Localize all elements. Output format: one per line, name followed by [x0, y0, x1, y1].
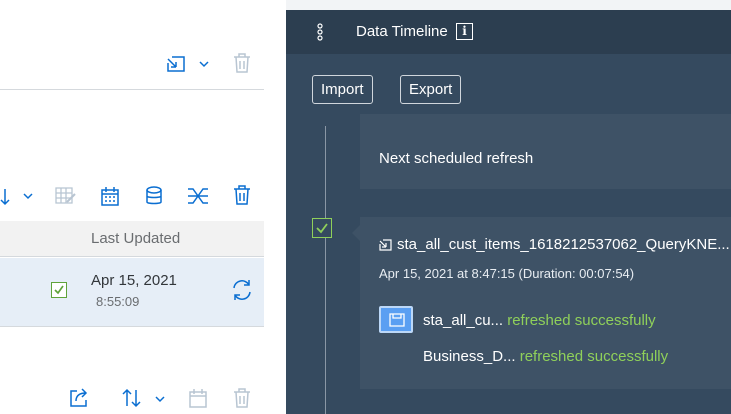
panel-title: Data Timeline — [356, 23, 448, 40]
sort-icon[interactable] — [121, 388, 143, 408]
column-header-last-updated[interactable]: Last Updated — [91, 230, 180, 247]
import-icon[interactable] — [166, 54, 186, 74]
edit-table-icon[interactable] — [55, 186, 77, 206]
trash-icon[interactable] — [233, 388, 251, 408]
result-item: sta_all_cu... refreshed successfully — [423, 312, 656, 329]
table-header: Last Updated — [0, 221, 264, 257]
dataset-name: Business_D... — [423, 348, 516, 365]
timeline-line — [325, 126, 326, 414]
timeline-entry-scheduled: Next scheduled refresh — [360, 114, 731, 189]
import-icon — [379, 238, 393, 252]
share-icon[interactable] — [69, 388, 89, 408]
query-name: sta_all_cust_items_1618212537062_QueryKN… — [397, 236, 730, 253]
refresh-icon[interactable] — [231, 279, 253, 301]
chevron-down-icon[interactable] — [154, 393, 166, 405]
transform-icon[interactable] — [187, 186, 209, 206]
left-pane: Last Updated Apr 15, 2021 8:55:09 — [0, 0, 286, 414]
refresh-timestamp: Apr 15, 2021 at 8:47:15 (Duration: 00:07… — [379, 266, 635, 281]
calendar-icon[interactable] — [189, 388, 207, 408]
trash-icon[interactable] — [233, 185, 251, 205]
checkbox-icon[interactable] — [51, 282, 67, 298]
data-timeline-panel: Data Timeline i Import Export Next sched… — [286, 10, 731, 414]
divider — [0, 89, 264, 90]
checkbox-icon — [312, 218, 332, 238]
export-button[interactable]: Export — [400, 75, 462, 104]
result-item: Business_D... refreshed successfully — [423, 348, 668, 365]
dataset-name: sta_all_cu... — [423, 312, 504, 329]
info-icon[interactable]: i — [456, 23, 473, 40]
last-updated-date: Apr 15, 2021 — [91, 272, 177, 289]
chevron-down-icon[interactable] — [198, 58, 210, 70]
drag-handle-icon[interactable] — [315, 22, 325, 42]
card-pointer — [352, 225, 360, 241]
timeline-entry-refresh: sta_all_cust_items_1618212537062_QueryKN… — [352, 217, 731, 389]
status-text: refreshed successfully — [519, 348, 669, 365]
last-updated-time: 8:55:09 — [96, 294, 140, 309]
dataset-icon[interactable] — [379, 306, 413, 333]
calendar-icon[interactable] — [101, 186, 119, 206]
sort-icon[interactable] — [0, 187, 12, 207]
database-icon[interactable] — [145, 186, 163, 206]
clipped-text — [379, 119, 423, 127]
next-refresh-label: Next scheduled refresh — [379, 150, 534, 167]
trash-icon[interactable] — [233, 53, 251, 73]
panel-header: Data Timeline i — [286, 10, 731, 54]
status-text: refreshed successfully — [507, 312, 656, 329]
table-row[interactable]: Apr 15, 2021 8:55:09 — [0, 258, 264, 327]
chevron-down-icon[interactable] — [22, 190, 34, 202]
import-button[interactable]: Import — [312, 75, 373, 104]
